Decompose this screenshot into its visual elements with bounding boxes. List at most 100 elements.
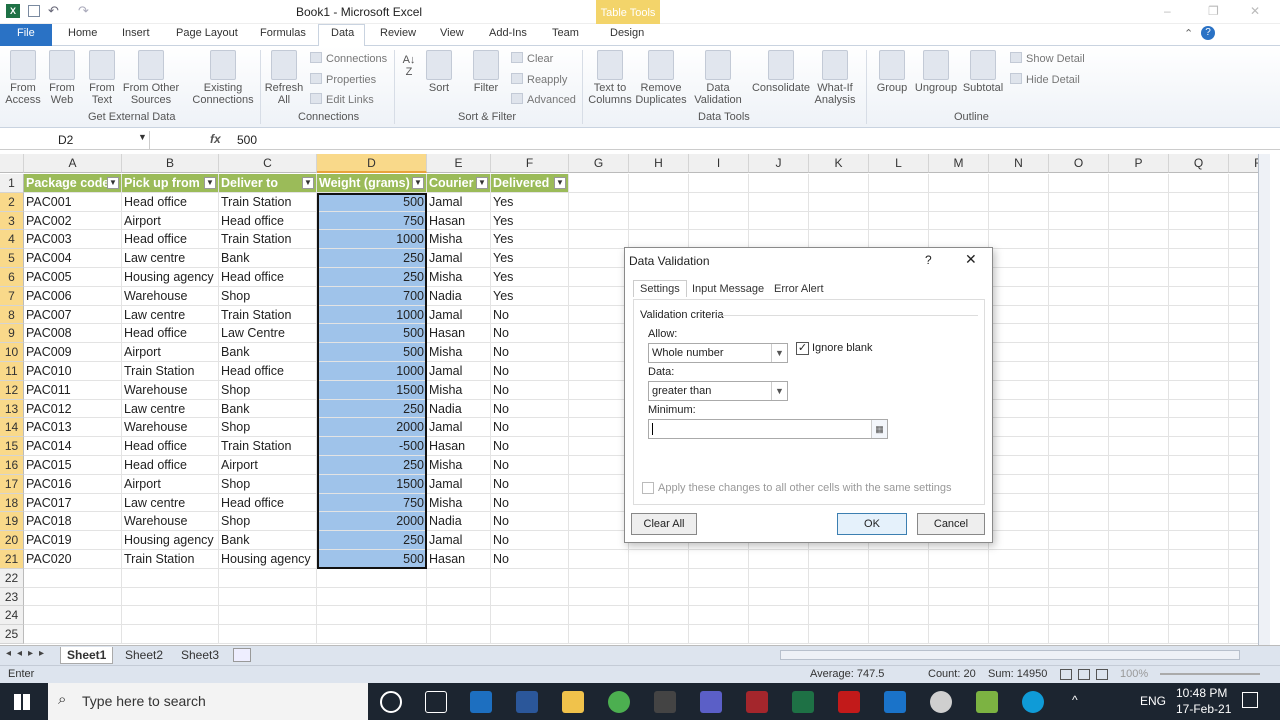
table-cell[interactable]: Law centre <box>122 249 219 268</box>
empty-cell[interactable] <box>569 512 629 532</box>
row-header-20[interactable]: 20 <box>0 531 24 550</box>
empty-cell[interactable] <box>24 625 122 644</box>
connections-button[interactable]: Connections <box>310 52 387 65</box>
tab-review[interactable]: Review <box>380 27 416 39</box>
table-cell[interactable]: Head office <box>122 324 219 344</box>
clock-date[interactable]: 17-Feb-21 <box>1176 702 1231 716</box>
empty-cell[interactable] <box>809 211 869 231</box>
table-cell[interactable]: No <box>491 474 569 494</box>
empty-cell[interactable] <box>317 568 427 588</box>
table-header-cell[interactable]: Pick up from ▼ <box>122 174 219 193</box>
column-header-i[interactable]: I <box>689 154 749 173</box>
tab-input-message[interactable]: Input Message <box>692 283 764 295</box>
tab-add-ins[interactable]: Add-Ins <box>489 27 527 39</box>
table-cell[interactable]: PAC012 <box>24 399 122 419</box>
empty-cell[interactable] <box>122 587 219 607</box>
clock-time[interactable]: 10:48 PM <box>1176 686 1227 700</box>
column-header-l[interactable]: L <box>869 154 929 173</box>
table-cell[interactable]: 1000 <box>317 362 427 381</box>
reapply-button[interactable]: Reapply <box>511 73 567 86</box>
notification-icon[interactable] <box>1242 692 1258 708</box>
empty-cell[interactable] <box>1109 192 1169 212</box>
sort-az-icon[interactable]: A↓ Z <box>400 54 418 78</box>
empty-cell[interactable] <box>569 418 629 438</box>
empty-cell[interactable] <box>1109 474 1169 494</box>
save-icon[interactable] <box>28 5 40 17</box>
empty-cell[interactable] <box>24 587 122 607</box>
empty-cell[interactable] <box>427 625 491 644</box>
empty-cell[interactable] <box>427 587 491 607</box>
empty-cell[interactable] <box>569 587 629 607</box>
cancel-button[interactable]: Cancel <box>917 513 985 535</box>
empty-cell[interactable] <box>1109 418 1169 438</box>
table-cell[interactable]: PAC017 <box>24 493 122 513</box>
empty-cell[interactable] <box>1109 550 1169 569</box>
from-access-button[interactable]: From Access <box>4 50 42 106</box>
table-cell[interactable]: 500 <box>317 550 427 569</box>
empty-cell[interactable] <box>1169 512 1229 532</box>
empty-cell[interactable] <box>629 568 689 588</box>
row-header-6[interactable]: 6 <box>0 268 24 287</box>
column-header-p[interactable]: P <box>1109 154 1169 173</box>
table-cell[interactable]: 250 <box>317 456 427 475</box>
hide-detail-button[interactable]: Hide Detail <box>1010 73 1080 86</box>
empty-cell[interactable] <box>989 418 1049 438</box>
table-cell[interactable]: Yes <box>491 249 569 268</box>
empty-cell[interactable] <box>1049 531 1109 550</box>
empty-cell[interactable] <box>569 568 629 588</box>
table-cell[interactable]: Warehouse <box>122 286 219 306</box>
empty-cell[interactable] <box>1169 550 1229 569</box>
empty-cell[interactable] <box>1169 268 1229 287</box>
redo-icon[interactable]: ↷ <box>78 3 89 19</box>
sheet-tab-3[interactable]: Sheet3 <box>175 647 225 663</box>
table-cell[interactable]: No <box>491 437 569 456</box>
existing-connections-button[interactable]: Existing Connections <box>190 50 256 106</box>
empty-cell[interactable] <box>1169 606 1229 626</box>
table-cell[interactable]: No <box>491 550 569 569</box>
table-cell[interactable]: Warehouse <box>122 380 219 400</box>
empty-cell[interactable] <box>317 587 427 607</box>
table-cell[interactable]: Yes <box>491 192 569 212</box>
empty-cell[interactable] <box>989 568 1049 588</box>
table-cell[interactable]: Nadia <box>427 286 491 306</box>
subtotal-button[interactable]: Subtotal <box>960 50 1006 94</box>
table-cell[interactable]: Airport <box>122 474 219 494</box>
name-box[interactable]: D2 <box>0 131 150 149</box>
empty-cell[interactable] <box>1049 380 1109 400</box>
refresh-all-button[interactable]: Refresh All <box>264 50 304 106</box>
table-cell[interactable]: PAC016 <box>24 474 122 494</box>
table-cell[interactable]: PAC006 <box>24 286 122 306</box>
table-cell[interactable]: No <box>491 493 569 513</box>
empty-cell[interactable] <box>1169 625 1229 644</box>
empty-cell[interactable] <box>629 587 689 607</box>
empty-cell[interactable] <box>569 531 629 550</box>
table-cell[interactable]: PAC009 <box>24 343 122 362</box>
empty-cell[interactable] <box>1109 324 1169 344</box>
empty-cell[interactable] <box>569 399 629 419</box>
empty-cell[interactable] <box>1169 531 1229 550</box>
row-header-4[interactable]: 4 <box>0 230 24 250</box>
empty-cell[interactable] <box>749 625 809 644</box>
language-indicator[interactable]: ENG <box>1140 694 1166 708</box>
undo-icon[interactable]: ↶ <box>48 3 59 19</box>
access-icon[interactable] <box>746 691 768 713</box>
empty-cell[interactable] <box>569 493 629 513</box>
table-cell[interactable]: PAC001 <box>24 192 122 212</box>
table-cell[interactable]: Law centre <box>122 305 219 325</box>
table-cell[interactable]: Train Station <box>122 362 219 381</box>
empty-cell[interactable] <box>989 192 1049 212</box>
table-cell[interactable]: Misha <box>427 343 491 362</box>
empty-cell[interactable] <box>1049 437 1109 456</box>
empty-cell[interactable] <box>569 230 629 250</box>
row-header-25[interactable]: 25 <box>0 625 24 644</box>
empty-cell[interactable] <box>569 249 629 268</box>
empty-cell[interactable] <box>1049 174 1109 193</box>
empty-cell[interactable] <box>809 587 869 607</box>
collapse-ribbon-icon[interactable]: ⌃ <box>1184 27 1193 40</box>
empty-cell[interactable] <box>1169 437 1229 456</box>
column-header-m[interactable]: M <box>929 154 989 173</box>
empty-cell[interactable] <box>1049 399 1109 419</box>
empty-cell[interactable] <box>989 512 1049 532</box>
table-cell[interactable]: No <box>491 456 569 475</box>
row-header-3[interactable]: 3 <box>0 211 24 231</box>
